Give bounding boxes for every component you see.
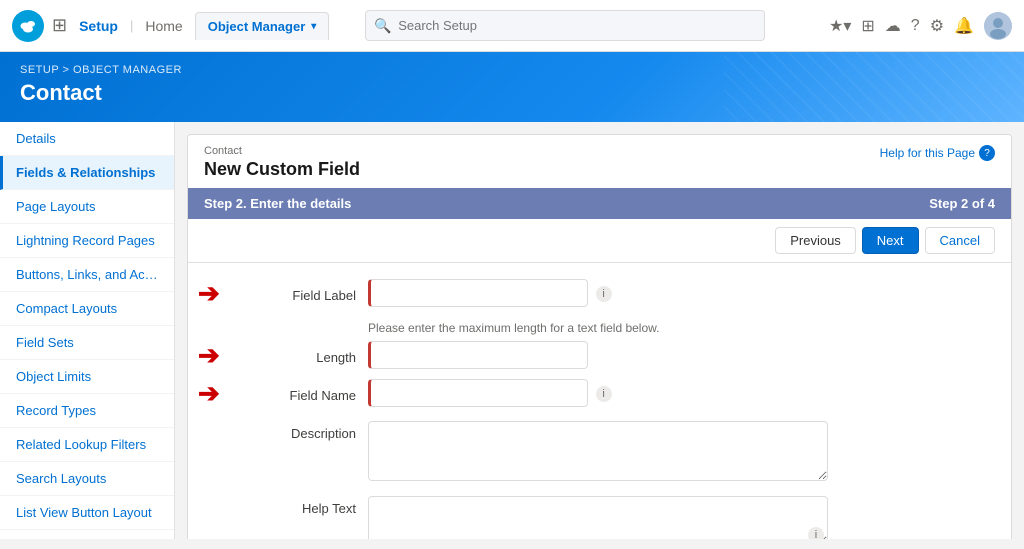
length-hint-text: Please enter the maximum length for a te…: [368, 321, 991, 335]
help-text-textarea[interactable]: [368, 496, 828, 539]
breadcrumb-object-manager[interactable]: OBJECT MANAGER: [73, 64, 182, 76]
help-text-row: Help Text i: [208, 496, 991, 539]
sidebar-item-search-layouts[interactable]: Search Layouts: [0, 462, 174, 496]
top-nav: ⊞ Setup | Home Object Manager ▾ 🔍 ★▾ ⊞ ☁…: [0, 0, 1024, 52]
content-area: Contact New Custom Field Help for this P…: [175, 122, 1024, 539]
sidebar-item-fields-relationships[interactable]: Fields & Relationships: [0, 156, 174, 190]
description-row: Description: [208, 421, 991, 484]
field-label-field: i: [368, 279, 991, 307]
next-button[interactable]: Next: [862, 227, 919, 254]
sidebar-item-object-limits[interactable]: Object Limits: [0, 360, 174, 394]
field-name-label: Field Name: [208, 383, 368, 403]
length-input[interactable]: [368, 341, 588, 369]
search-bar: 🔍: [365, 10, 765, 41]
field-label-arrow: ➔: [198, 280, 220, 306]
bell-icon[interactable]: 🔔: [954, 16, 974, 36]
nav-right-icons: ★▾ ⊞ ☁ ? ⚙ 🔔: [829, 12, 1012, 40]
form-card-title-block: Contact New Custom Field: [204, 145, 360, 180]
form-card-top: Contact New Custom Field Help for this P…: [188, 135, 1011, 188]
sidebar-item-buttons-links-actions[interactable]: Buttons, Links, and Actions: [0, 258, 174, 292]
sidebar-item-details[interactable]: Details: [0, 122, 174, 156]
field-name-field: i: [368, 379, 991, 407]
step-header: Step 2. Enter the details Step 2 of 4: [188, 188, 1011, 219]
cloud-icon[interactable]: ☁: [885, 16, 901, 36]
length-field: [368, 341, 991, 369]
page-header-banner: SETUP > OBJECT MANAGER Contact: [0, 52, 1024, 122]
breadcrumb-separator: >: [63, 64, 73, 76]
avatar[interactable]: [984, 12, 1012, 40]
help-text-field: i: [368, 496, 991, 539]
grid-icon[interactable]: ⊞: [52, 15, 67, 36]
field-name-input[interactable]: [368, 379, 588, 407]
form-title: New Custom Field: [204, 159, 360, 180]
help-icon[interactable]: ?: [911, 17, 920, 35]
field-name-arrow: ➔: [198, 380, 220, 406]
form-card: Contact New Custom Field Help for this P…: [187, 134, 1012, 539]
breadcrumb-setup[interactable]: SETUP: [20, 64, 59, 76]
sidebar-item-record-types[interactable]: Record Types: [0, 394, 174, 428]
settings-icon[interactable]: ⚙: [930, 16, 944, 36]
object-context-label: Contact: [204, 145, 360, 157]
salesforce-logo[interactable]: [12, 10, 44, 42]
description-field: [368, 421, 991, 484]
form-body: ➔ Field Label i Please enter the maximum…: [188, 263, 1011, 539]
sidebar-item-field-sets[interactable]: Field Sets: [0, 326, 174, 360]
sidebar-item-page-layouts[interactable]: Page Layouts: [0, 190, 174, 224]
sidebar-item-compact-layouts[interactable]: Compact Layouts: [0, 292, 174, 326]
field-label-label: Field Label: [208, 283, 368, 303]
sidebar-item-list-view-button-layout[interactable]: List View Button Layout: [0, 496, 174, 530]
new-item-icon[interactable]: ⊞: [861, 16, 874, 36]
setup-label[interactable]: Setup: [79, 18, 118, 34]
description-label: Description: [208, 421, 368, 441]
sidebar-item-lightning-record-pages[interactable]: Lightning Record Pages: [0, 224, 174, 258]
object-manager-tab-label: Object Manager: [208, 19, 306, 34]
length-arrow: ➔: [198, 342, 220, 368]
favorites-icon[interactable]: ★▾: [829, 16, 851, 36]
home-nav-item[interactable]: Home: [145, 18, 182, 34]
help-text-info-icon[interactable]: i: [808, 527, 824, 539]
help-icon-circle: ?: [979, 145, 995, 161]
chevron-down-icon: ▾: [311, 21, 316, 32]
step-indicator: Step 2 of 4: [929, 196, 995, 211]
step-actions: Previous Next Cancel: [188, 219, 1011, 263]
help-link-text: Help for this Page: [880, 146, 975, 160]
sidebar-item-hierarchy-columns[interactable]: Hierarchy Columns: [0, 530, 174, 539]
step-label: Step 2. Enter the details: [204, 196, 351, 211]
object-manager-tab[interactable]: Object Manager ▾: [195, 12, 330, 40]
previous-button[interactable]: Previous: [775, 227, 856, 254]
description-textarea[interactable]: [368, 421, 828, 481]
field-label-info-icon[interactable]: i: [596, 286, 612, 302]
nav-divider: |: [130, 18, 133, 33]
cancel-button[interactable]: Cancel: [925, 227, 995, 254]
length-label: Length: [208, 345, 368, 365]
field-label-input[interactable]: [368, 279, 588, 307]
field-name-info-icon[interactable]: i: [596, 386, 612, 402]
help-link[interactable]: Help for this Page ?: [880, 145, 995, 161]
banner-decoration: [724, 52, 1024, 122]
main-layout: Details Fields & Relationships Page Layo…: [0, 122, 1024, 539]
form-body-hint-block: Please enter the maximum length for a te…: [368, 321, 991, 335]
search-input[interactable]: [365, 10, 765, 41]
help-text-label: Help Text: [208, 496, 368, 516]
sidebar-item-related-lookup-filters[interactable]: Related Lookup Filters: [0, 428, 174, 462]
sidebar: Details Fields & Relationships Page Layo…: [0, 122, 175, 539]
search-icon: 🔍: [374, 17, 391, 34]
